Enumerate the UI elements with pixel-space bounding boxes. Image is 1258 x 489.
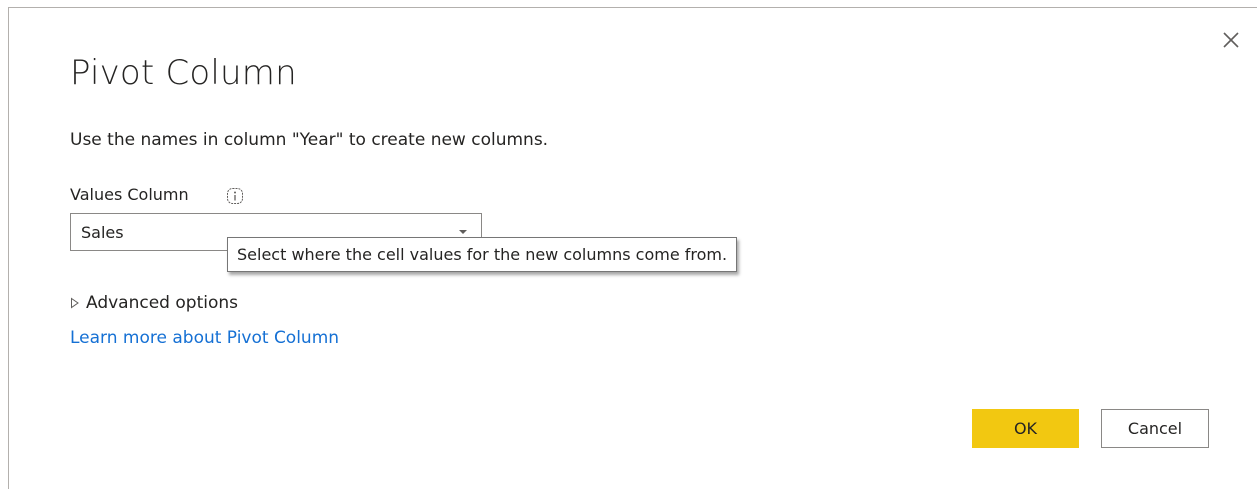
- dialog-description: Use the names in column "Year" to create…: [70, 130, 549, 150]
- values-column-tooltip: Select where the cell values for the new…: [227, 237, 738, 272]
- cancel-button[interactable]: Cancel: [1101, 409, 1209, 448]
- learn-more-link[interactable]: Learn more about Pivot Column: [70, 328, 339, 348]
- pivot-column-dialog: Pivot Column Use the names in column "Ye…: [8, 7, 1257, 489]
- close-icon: [1223, 32, 1239, 48]
- close-button[interactable]: [1219, 28, 1243, 52]
- info-icon[interactable]: [225, 186, 245, 206]
- dialog-title: Pivot Column: [70, 53, 297, 93]
- ok-button[interactable]: OK: [972, 409, 1079, 448]
- triangle-right-icon: [71, 297, 79, 309]
- advanced-options-label: Advanced options: [86, 293, 238, 313]
- values-column-selected: Sales: [81, 223, 124, 242]
- values-column-label: Values Column: [70, 185, 189, 204]
- advanced-options-toggle[interactable]: Advanced options: [70, 293, 238, 313]
- chevron-down-icon: [459, 230, 467, 234]
